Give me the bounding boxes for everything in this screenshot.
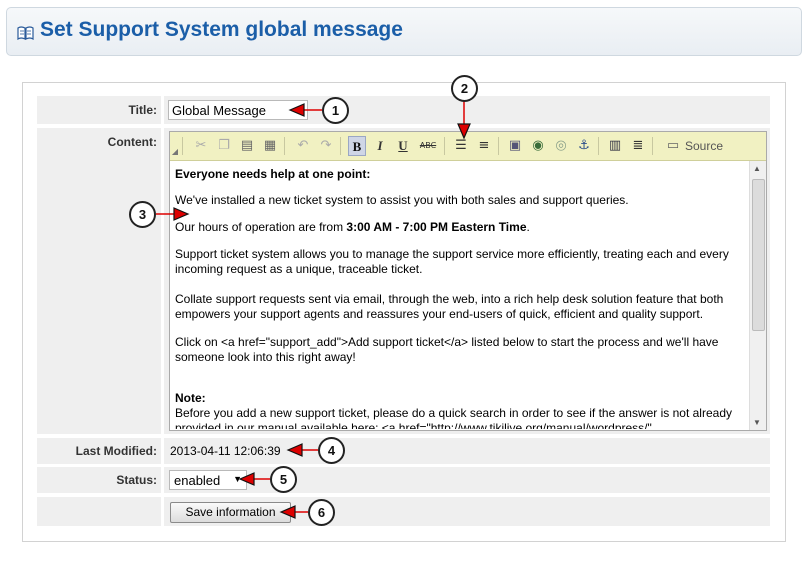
callout-6: 6	[308, 499, 335, 526]
arrowhead-5	[238, 472, 255, 486]
arrowhead-6	[279, 505, 296, 519]
arrowhead-3	[173, 207, 190, 221]
callout-2: 2	[451, 75, 478, 102]
callout-4: 4	[318, 437, 345, 464]
arrowhead-4	[286, 443, 303, 457]
arrowhead-1	[288, 103, 305, 117]
arrowhead-2	[457, 123, 471, 140]
annotation-arrows	[156, 101, 471, 519]
callout-5: 5	[270, 466, 297, 493]
callout-3: 3	[129, 201, 156, 228]
callout-1: 1	[322, 97, 349, 124]
